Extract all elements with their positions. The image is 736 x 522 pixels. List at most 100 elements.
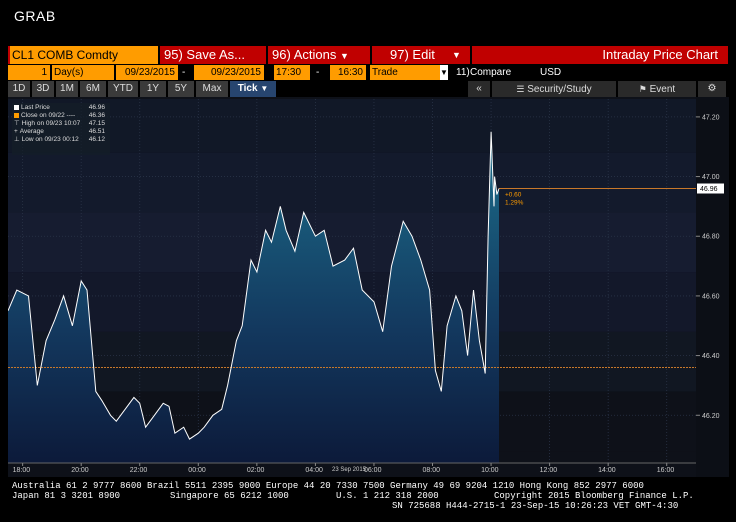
- change-label: +0.60: [505, 192, 522, 199]
- start-date-field[interactable]: 09/23/2015: [116, 65, 178, 80]
- period-count-field[interactable]: 1: [8, 65, 50, 80]
- x-tick-label: 04:00: [305, 467, 323, 474]
- tab-1d[interactable]: 1D: [8, 81, 30, 97]
- legend-label: Average: [19, 128, 44, 135]
- x-tick-label: 14:00: [598, 467, 616, 474]
- date-separator: -: [182, 67, 186, 78]
- time-separator: -: [316, 67, 320, 78]
- flag-icon: ⚑: [638, 84, 647, 94]
- start-time-field[interactable]: 17:30: [274, 65, 310, 80]
- security-study-button[interactable]: ☰ Security/Study: [492, 81, 616, 97]
- chart-legend: Last Price 46.96 Close on 09/22 ---- 46.…: [12, 103, 110, 155]
- toolbar-divider: [266, 46, 268, 64]
- legend-high: ⊤ High on 09/23 10:07 47.15: [14, 120, 108, 128]
- tab-3d[interactable]: 3D: [32, 81, 54, 97]
- field-select[interactable]: Trade: [370, 65, 440, 80]
- legend-value: 46.36: [88, 112, 105, 119]
- legend-average: + Average 46.51: [14, 128, 108, 136]
- tab-ytd[interactable]: YTD: [108, 81, 138, 97]
- high-marker-icon: ⊤: [14, 120, 20, 127]
- range-tabs: 1D 3D 1M 6M YTD 1Y 5Y Max Tick ▼ « ☰ Sec…: [8, 81, 728, 97]
- tab-5y[interactable]: 5Y: [168, 81, 194, 97]
- footer-singapore: Singapore 65 6212 1000: [170, 491, 289, 501]
- chevron-down-icon[interactable]: ▼: [440, 65, 448, 80]
- x-tick-label: 02:00: [247, 467, 265, 474]
- toolbar-divider: [370, 46, 372, 64]
- chevron-down-icon[interactable]: ▼: [452, 46, 466, 64]
- legend-close: Close on 09/22 ---- 46.36: [14, 112, 108, 120]
- y-axis: 46.20 46.40 46.60 46.80 47.00 47.20: [696, 97, 729, 477]
- y-tick-label: 46.80: [702, 234, 720, 241]
- legend-value: 46.12: [88, 136, 105, 143]
- change-pct-label: 1.29%: [505, 200, 524, 207]
- x-tick-label: 18:00: [13, 467, 31, 474]
- x-tick-label: 12:00: [540, 467, 558, 474]
- actions-label: Actions: [293, 47, 337, 62]
- legend-label: Last Price: [21, 104, 50, 111]
- actions-button[interactable]: 96) Actions ▼: [272, 46, 372, 64]
- tab-1y[interactable]: 1Y: [140, 81, 166, 97]
- tab-max[interactable]: Max: [196, 81, 228, 97]
- legend-swatch: [14, 112, 19, 118]
- tab-6m[interactable]: 6M: [80, 81, 106, 97]
- toolbar-divider: [470, 46, 472, 64]
- main-toolbar: CL1 COMB Comdty 95) Save As... 96) Actio…: [8, 46, 728, 64]
- chevron-down-icon: ▼: [260, 84, 269, 93]
- event-button[interactable]: ⚑ Event: [618, 81, 696, 97]
- save-as-button[interactable]: 95) Save As...: [164, 46, 264, 64]
- chevron-down-icon: ▼: [339, 51, 349, 61]
- x-tick-label: 20:00: [71, 467, 89, 474]
- chart-svg: 18:00 20:00 22:00 00:00 02:00 04:00 06:00 08:00…: [7, 97, 729, 477]
- tab-1m[interactable]: 1M: [56, 81, 78, 97]
- tab-tick[interactable]: Tick ▼: [230, 81, 276, 97]
- chart-band: [8, 99, 696, 153]
- x-tick-label: 22:00: [130, 467, 148, 474]
- end-date-field[interactable]: 09/23/2015: [194, 65, 264, 80]
- gear-icon: ☰: [516, 84, 525, 94]
- period-unit-field[interactable]: Day(s): [52, 65, 114, 80]
- security-field[interactable]: CL1 COMB Comdty: [10, 46, 158, 64]
- currency-label[interactable]: USD: [540, 65, 570, 80]
- save-label: Save As...: [186, 47, 245, 62]
- save-num: 95): [164, 47, 183, 62]
- settings-button[interactable]: ⚙: [698, 81, 726, 97]
- edit-num: 97): [390, 47, 409, 62]
- x-tick-label: 10:00: [481, 467, 499, 474]
- collapse-button[interactable]: «: [468, 81, 490, 97]
- footer-session: SN 725688 H444-2715-1 23-Sep-15 10:26:23…: [392, 501, 679, 511]
- y-axis-panel: [696, 97, 729, 477]
- edit-label: Edit: [412, 47, 435, 62]
- end-time-field[interactable]: 16:30: [330, 65, 366, 80]
- params-bar: 1 Day(s) 09/23/2015 - 09/23/2015 17:30 -…: [8, 65, 728, 80]
- window-title: GRAB: [14, 8, 56, 24]
- gear-icon: ⚙: [707, 83, 717, 94]
- y-tick-label: 47.20: [702, 114, 720, 121]
- legend-swatch: [14, 104, 19, 110]
- compare-button[interactable]: Compare: [470, 65, 530, 80]
- y-tick-label: 47.00: [702, 174, 720, 181]
- chart-title: Intraday Price Chart: [602, 47, 718, 62]
- legend-label: Low on 09/23 00:12: [21, 136, 79, 143]
- toolbar-divider: [158, 46, 160, 64]
- last-price-tag: 46.96: [700, 186, 718, 193]
- x-tick-label: 08:00: [423, 467, 441, 474]
- y-tick-label: 46.40: [702, 353, 720, 360]
- legend-value: 46.51: [88, 128, 105, 135]
- y-tick-label: 46.20: [702, 413, 720, 420]
- legend-value: 47.15: [88, 120, 105, 127]
- low-marker-icon: ⊥: [14, 136, 20, 143]
- legend-last-price: Last Price 46.96: [14, 104, 108, 112]
- average-marker-icon: +: [14, 128, 18, 135]
- price-chart[interactable]: 18:00 20:00 22:00 00:00 02:00 04:00 06:00 08:00…: [7, 97, 729, 477]
- event-label: Event: [649, 84, 676, 95]
- security-study-label: Security/Study: [527, 84, 592, 95]
- legend-label: High on 09/23 10:07: [21, 120, 81, 127]
- legend-low: ⊥ Low on 09/23 00:12 46.12: [14, 136, 108, 144]
- actions-num: 96): [272, 47, 291, 62]
- x-date-label: 23 Sep 2015: [332, 467, 367, 473]
- x-tick-label: 16:00: [657, 467, 675, 474]
- x-tick-label: 00:00: [188, 467, 206, 474]
- legend-value: 46.96: [88, 104, 105, 111]
- footer: Australia 61 2 9777 8600 Brazil 5511 239…: [0, 479, 736, 522]
- legend-label: Close on 09/22 ----: [21, 112, 76, 119]
